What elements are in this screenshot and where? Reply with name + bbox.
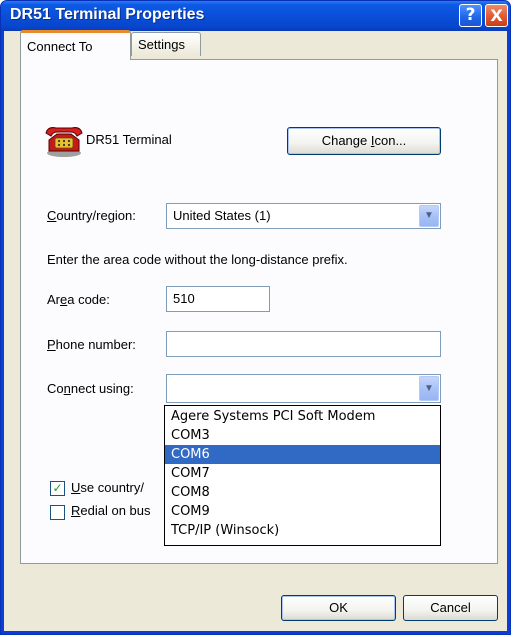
connect-using-label: Connect using:: [47, 381, 134, 396]
use-country-checkbox[interactable]: ✓: [50, 481, 65, 496]
area-code-instruction: Enter the area code without the long-dis…: [47, 252, 348, 267]
chevron-down-icon[interactable]: ▼: [419, 376, 439, 401]
country-region-label: Country/region:: [47, 208, 136, 223]
option-com8[interactable]: COM8: [165, 483, 440, 502]
checkmark-icon: ✓: [52, 481, 63, 495]
area-code-input[interactable]: 510: [166, 286, 270, 312]
change-icon-button[interactable]: Change Icon...: [287, 127, 441, 155]
ok-button[interactable]: OK: [281, 595, 396, 621]
close-button[interactable]: X: [485, 4, 508, 27]
tab-connect-to[interactable]: Connect To: [20, 30, 131, 60]
chevron-down-icon[interactable]: ▼: [419, 205, 439, 227]
option-com3[interactable]: COM3: [165, 426, 440, 445]
tab-settings[interactable]: Settings: [131, 32, 201, 56]
title-bar[interactable]: DR51 Terminal Properties ? X: [1, 1, 510, 31]
help-button[interactable]: ?: [459, 4, 482, 27]
option-com6[interactable]: COM6: [165, 445, 440, 464]
area-code-label: Area code:: [47, 292, 110, 307]
option-tcpip-winsock[interactable]: TCP/IP (Winsock): [165, 521, 440, 540]
connect-using-options-list[interactable]: Agere Systems PCI Soft Modem COM3 COM6 C…: [164, 405, 441, 546]
country-region-dropdown[interactable]: United States (1) ▼: [166, 203, 441, 229]
redial-checkbox[interactable]: [50, 505, 65, 520]
use-country-label[interactable]: Use country/: [71, 480, 144, 495]
connect-using-dropdown[interactable]: ▼: [166, 374, 441, 403]
cancel-button[interactable]: Cancel: [403, 595, 498, 621]
option-agere-modem[interactable]: Agere Systems PCI Soft Modem: [165, 407, 440, 426]
window-title: DR51 Terminal Properties: [10, 6, 205, 23]
connection-name: DR51 Terminal: [86, 132, 172, 147]
option-com7[interactable]: COM7: [165, 464, 440, 483]
redial-label[interactable]: Redial on bus: [71, 503, 151, 518]
phone-number-label: Phone number:: [47, 337, 136, 352]
telephone-icon: [45, 127, 83, 157]
option-com9[interactable]: COM9: [165, 502, 440, 521]
country-region-value: United States (1): [173, 208, 271, 223]
phone-number-input[interactable]: [166, 331, 441, 357]
